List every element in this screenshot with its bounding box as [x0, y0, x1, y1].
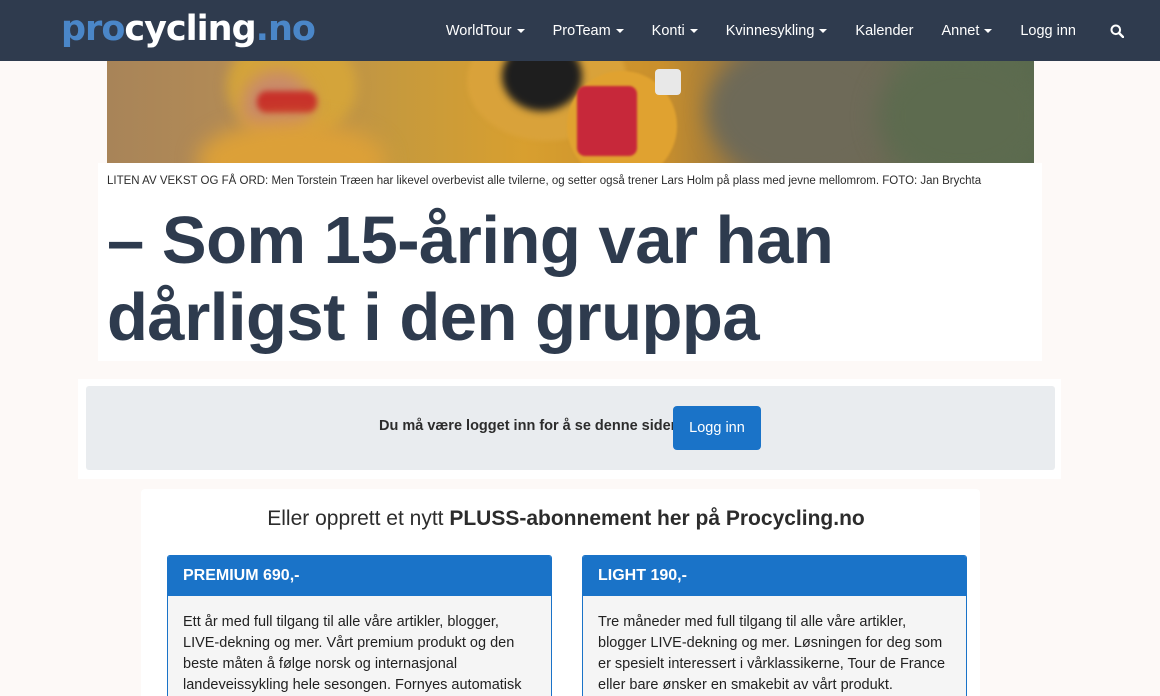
nav-item-kalender[interactable]: Kalender [841, 0, 927, 61]
article-headline: – Som 15-åring var han dårligst i den gr… [107, 202, 1007, 356]
nav-item-proteam[interactable]: ProTeam [539, 0, 638, 61]
subscription-title-prefix: Eller opprett et nytt [267, 507, 450, 530]
login-button[interactable]: Logg inn [673, 406, 761, 450]
nav-item-kvinnesykling[interactable]: Kvinnesykling [712, 0, 842, 61]
subscription-title: Eller opprett et nytt PLUSS-abonnement h… [0, 507, 1132, 531]
plan-description: Tre måneder med full tilgang til alle vå… [598, 614, 946, 693]
caret-down-icon [984, 28, 993, 33]
login-required-message: Du må være logget inn for å se denne sid… [379, 418, 680, 434]
nav-item-annet[interactable]: Annet [927, 0, 1006, 61]
plan-description: Ett år med full tilgang til alle våre ar… [183, 614, 522, 693]
nav-item-label: Logg inn [1020, 22, 1076, 39]
nav-item-label: ProTeam [552, 22, 611, 39]
nav-item-label: Annet [941, 22, 980, 39]
caret-down-icon [689, 28, 698, 33]
nav-item-label: Kvinnesykling [725, 22, 815, 39]
site-logo[interactable]: procycling.no [61, 10, 316, 48]
nav-item-konti[interactable]: Konti [638, 0, 712, 61]
plan-card-light[interactable]: LIGHT 190,- Tre måneder med full tilgang… [582, 555, 967, 696]
image-caption: LITEN AV VEKST OG FÅ ORD: Men Torstein T… [107, 175, 982, 187]
caret-down-icon [819, 28, 828, 33]
plan-name: LIGHT 190,- [583, 556, 966, 596]
top-navbar: procycling.no WorldTour ProTeam Konti Kv… [0, 0, 1160, 61]
caret-down-icon [615, 28, 624, 33]
nav-item-label: Konti [651, 22, 685, 39]
caret-down-icon [516, 28, 525, 33]
search-button[interactable] [1090, 0, 1160, 61]
headline-line-2: dårligst i den gruppa [107, 280, 760, 355]
subscription-title-bold: PLUSS-abonnement her på Procycling.no [449, 507, 865, 530]
plan-card-premium[interactable]: PREMIUM 690,- Ett år med full tilgang ti… [167, 555, 552, 696]
nav-menu: WorldTour ProTeam Konti Kvinnesykling Ka… [432, 0, 1160, 61]
plan-name: PREMIUM 690,- [168, 556, 551, 596]
nav-item-label: Kalender [855, 22, 914, 39]
article-hero-image [107, 61, 1034, 163]
headline-line-1: – Som 15-åring var han [107, 203, 834, 278]
nav-item-login[interactable]: Logg inn [1006, 0, 1090, 61]
nav-item-worldtour[interactable]: WorldTour [432, 0, 539, 61]
nav-item-label: WorldTour [445, 22, 512, 39]
search-icon [1110, 24, 1124, 38]
